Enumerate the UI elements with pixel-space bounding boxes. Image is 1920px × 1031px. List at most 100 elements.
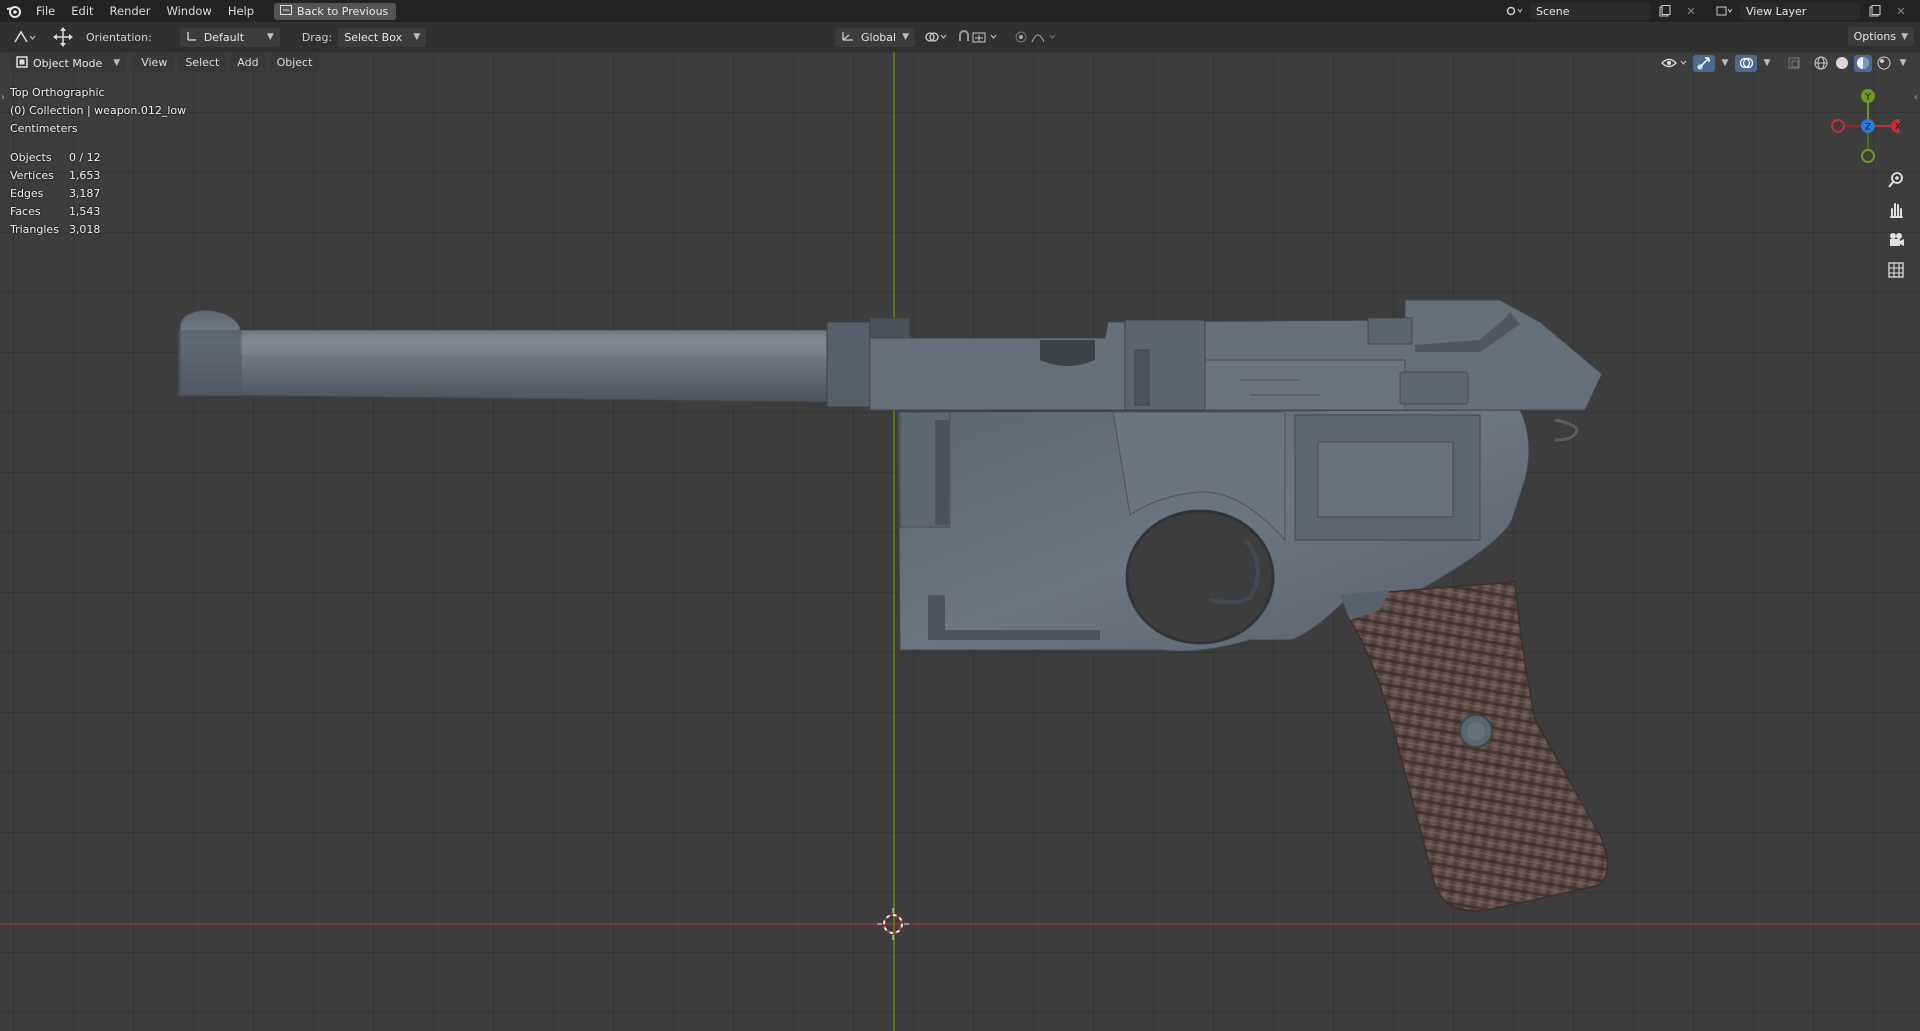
gizmo-z-label: Z	[1865, 123, 1871, 133]
top-right-group: Scene ✕ View Layer ✕	[1504, 0, 1920, 22]
viewport-header: Object Mode ▼ View Select Add Object	[0, 52, 1920, 74]
stat-row: Vertices 1,653	[10, 166, 111, 184]
new-scene-icon[interactable]	[1654, 3, 1676, 20]
pan-icon[interactable]	[1882, 198, 1910, 222]
chevron-down-icon[interactable]: ▼	[1718, 55, 1732, 72]
stat-label: Edges	[10, 186, 44, 200]
gizmo-icon[interactable]	[1693, 54, 1715, 72]
menu-add[interactable]: Add	[230, 54, 266, 72]
new-view-layer-icon[interactable]	[1864, 3, 1886, 20]
gizmo-x-negative[interactable]	[1831, 119, 1845, 133]
viewport-header-right: ▼ ▼ ▼	[1660, 52, 1920, 74]
stat-label: Faces	[10, 204, 41, 218]
stat-value: 3,187	[68, 186, 101, 200]
shading-wire-icon[interactable]	[1812, 55, 1830, 72]
chevron-down-icon: ▼	[902, 32, 910, 42]
orientation-dropdown[interactable]: Default ▼	[179, 27, 280, 47]
proportional-icon[interactable]	[1012, 28, 1060, 45]
object-mode-label: Object Mode	[33, 56, 103, 70]
menu-render[interactable]: Render	[102, 0, 159, 22]
shading-solid-icon[interactable]	[1833, 55, 1851, 72]
delete-scene-icon[interactable]: ✕	[1680, 3, 1702, 20]
scene-field[interactable]: Scene	[1530, 2, 1650, 20]
options-button[interactable]: Options ▼	[1847, 27, 1914, 46]
menu-object[interactable]: Object	[269, 54, 320, 72]
scene-name: Scene	[1536, 4, 1570, 18]
stat-row: Faces 1,543	[10, 202, 111, 220]
menu-file[interactable]: File	[28, 0, 63, 22]
collection-info: (0) Collection | weapon.012_low	[10, 104, 187, 117]
stat-row: Edges 3,187	[10, 184, 111, 202]
scene-statistics: Objects 0 / 12 Vertices 1,653 Edges 3,187 F…	[10, 148, 111, 238]
options-label: Options	[1853, 30, 1897, 43]
stat-label: Vertices	[10, 168, 54, 182]
blender-logo-icon[interactable]	[0, 0, 28, 22]
global-icon	[841, 30, 855, 45]
transform-icon[interactable]	[50, 27, 76, 47]
zoom-icon[interactable]	[1882, 168, 1910, 192]
gizmo-x-label: X	[1895, 123, 1900, 133]
chevron-down-icon[interactable]: ▼	[1760, 55, 1774, 72]
top-menu-bar: File Edit Render Window Help Back to Pre…	[0, 0, 1920, 22]
view-layer-field[interactable]: View Layer	[1740, 2, 1860, 20]
stat-value: 1,543	[68, 204, 101, 218]
shading-material-icon[interactable]	[1854, 54, 1872, 72]
delete-view-layer-icon[interactable]: ✕	[1890, 3, 1912, 20]
chevron-down-icon[interactable]: ▼	[1896, 55, 1910, 72]
gizmo-y-label: Y	[1864, 93, 1871, 103]
menu-select[interactable]: Select	[178, 54, 227, 72]
view-name: Top Orthographic	[10, 86, 105, 99]
view-layer-selector-icon[interactable]	[1714, 3, 1736, 20]
viewport-info: Top Orthographic (0) Collection | weapon…	[10, 84, 186, 138]
menu-view[interactable]: View	[134, 54, 175, 72]
navigation-tools	[1882, 168, 1910, 282]
orientation-label: Orientation:	[86, 30, 152, 44]
pistol-model[interactable]	[178, 299, 1609, 912]
sidebar-toggle-arrow[interactable]: ‹	[1914, 92, 1918, 103]
stat-label: Triangles	[10, 222, 59, 236]
toolbar-toggle-arrow[interactable]: ›	[1, 92, 5, 103]
shading-rendered-icon[interactable]	[1875, 55, 1893, 72]
transform-orientation-dropdown[interactable]: Global ▼	[835, 27, 915, 47]
stat-value: 0 / 12	[68, 150, 101, 164]
object-mode-dropdown[interactable]: Object Mode ▼	[10, 54, 127, 72]
overlay-icon[interactable]	[1735, 54, 1757, 72]
pivot-point-icon[interactable]	[922, 28, 950, 45]
snap-icon[interactable]	[955, 28, 1005, 45]
menu-window[interactable]: Window	[158, 0, 219, 22]
scene-selector-icon[interactable]	[1504, 3, 1526, 20]
chevron-down-icon: ▼	[113, 58, 121, 68]
transform-space-value: Global	[861, 30, 897, 44]
ortho-grid-icon[interactable]	[1882, 258, 1910, 282]
orientation-value: Default	[203, 30, 245, 44]
view-layer-name: View Layer	[1746, 4, 1807, 18]
stat-row: Objects 0 / 12	[10, 148, 111, 166]
back-to-previous-label: Back to Previous	[297, 4, 389, 18]
chevron-down-icon: ▼	[266, 32, 274, 42]
drag-label: Drag:	[301, 30, 333, 44]
tool-settings-bar: Orientation: Default ▼ Drag: Select Box …	[0, 22, 1920, 52]
chevron-down-icon: ▼	[1901, 31, 1908, 42]
3d-viewport[interactable]	[0, 52, 1920, 1031]
visibility-icon[interactable]	[1660, 55, 1690, 72]
stat-row: Triangles 3,018	[10, 220, 111, 238]
orientation-icon	[186, 30, 198, 45]
object-mode-icon	[16, 55, 28, 71]
chevron-down-icon: ▼	[413, 32, 421, 42]
xray-icon[interactable]	[1783, 55, 1805, 72]
menu-help[interactable]: Help	[220, 0, 262, 22]
back-icon	[280, 4, 293, 18]
gizmo-y-negative[interactable]	[1861, 149, 1875, 163]
units-label: Centimeters	[10, 122, 78, 135]
stat-value: 3,018	[68, 222, 101, 236]
editor-type-icon[interactable]	[10, 29, 40, 46]
drag-dropdown[interactable]: Select Box ▼	[338, 27, 427, 47]
drag-value: Select Box	[344, 30, 403, 44]
navigation-gizmo[interactable]: Y X Z	[1820, 84, 1905, 164]
camera-icon[interactable]	[1882, 228, 1910, 252]
menu-edit[interactable]: Edit	[63, 0, 101, 22]
stat-label: Objects	[10, 150, 52, 164]
stat-value: 1,653	[68, 168, 101, 182]
viewport-canvas	[0, 52, 1920, 1031]
back-to-previous-button[interactable]: Back to Previous	[274, 2, 397, 20]
